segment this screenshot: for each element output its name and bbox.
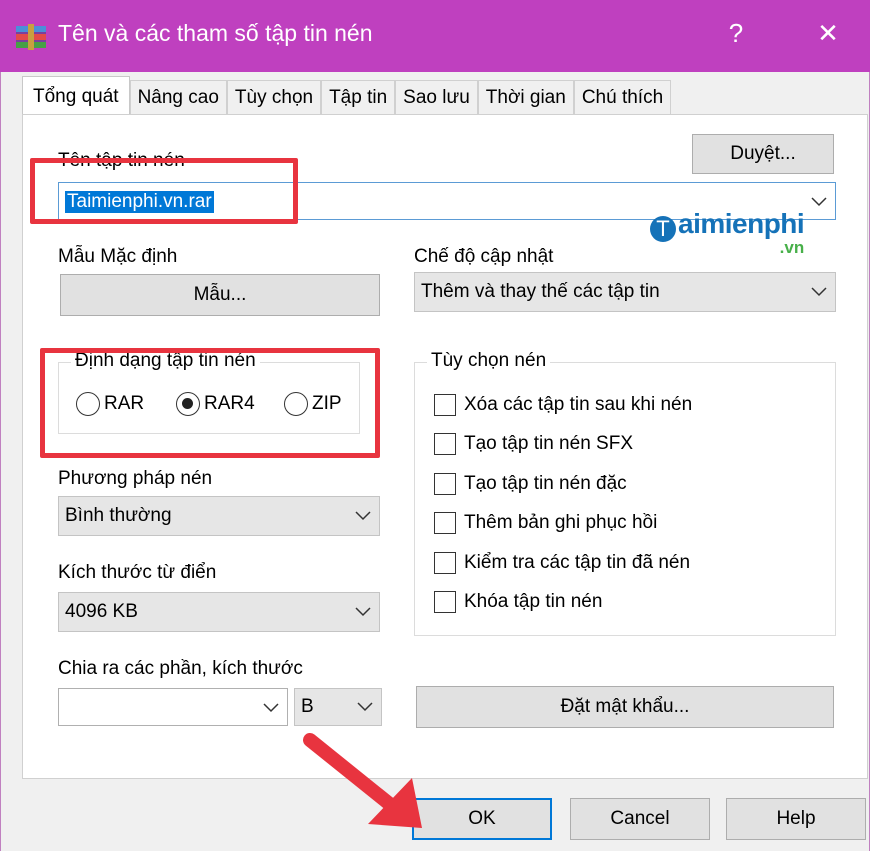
watermark-logo: Taimienphi .vn [650,208,805,257]
chevron-down-icon[interactable] [811,197,827,207]
set-password-button[interactable]: Đặt mật khẩu... [416,686,834,728]
checkbox-box [434,591,456,613]
checkbox-create-sfx[interactable]: Tạo tập tin nén SFX [434,433,633,455]
logo-letter: T [650,216,676,242]
checkbox-label: Kiểm tra các tập tin đã nén [464,552,691,573]
tab-backup[interactable]: Sao lưu [395,80,478,116]
chevron-down-icon [811,287,827,297]
checkbox-box [434,512,456,534]
checkbox-recovery-record[interactable]: Thêm bản ghi phục hồi [434,512,657,534]
window-title: Tên và các tham số tập tin nén [58,20,373,46]
help-button[interactable]: Help [726,798,866,840]
update-mode-value: Thêm và thay thế các tập tin [421,281,660,302]
title-bar: Tên và các tham số tập tin nén ? ✕ [0,0,870,72]
update-mode-select[interactable]: Thêm và thay thế các tập tin [414,272,836,312]
split-unit-value: B [301,696,314,717]
checkbox-box [434,473,456,495]
split-label: Chia ra các phần, kích thước [58,658,303,679]
logo-text: aimienphi [678,208,805,239]
chevron-down-icon [357,702,373,712]
tab-advanced[interactable]: Nâng cao [129,80,227,116]
split-size-input[interactable] [58,688,288,726]
chevron-down-icon [355,607,371,617]
tab-files[interactable]: Tập tin [321,80,396,116]
checkbox-box [434,433,456,455]
dictionary-label: Kích thước từ điển [58,562,217,583]
checkbox-label: Thêm bản ghi phục hồi [464,512,658,533]
logo-suffix: .vn [779,238,805,257]
checkbox-lock-archive[interactable]: Khóa tập tin nén [434,591,602,613]
checkbox-test-files[interactable]: Kiểm tra các tập tin đã nén [434,552,690,574]
checkbox-solid-archive[interactable]: Tạo tập tin nén đặc [434,473,627,495]
checkbox-box [434,394,456,416]
browse-button[interactable]: Duyệt... [692,134,834,174]
highlight-box-format [40,348,380,458]
tab-time[interactable]: Thời gian [477,80,574,116]
arrow-annotation-icon [303,733,422,828]
checkbox-delete-files[interactable]: Xóa các tập tin sau khi nén [434,394,692,416]
method-label: Phương pháp nén [58,468,213,489]
dictionary-select[interactable]: 4096 KB [58,592,380,632]
checkbox-box [434,552,456,574]
update-mode-label: Chế độ cập nhật [414,246,554,267]
help-icon[interactable]: ? [716,18,756,49]
chevron-down-icon[interactable] [263,703,279,713]
checkbox-label: Khóa tập tin nén [464,591,603,612]
archiving-options-title: Tùy chọn nén [427,350,551,372]
method-value: Bình thường [65,505,172,526]
profile-label: Mẫu Mặc định [58,246,178,267]
checkbox-label: Tạo tập tin nén SFX [464,433,633,454]
tab-bar: Tổng quát Nâng cao Tùy chọn Tập tin Sao … [22,76,672,116]
winrar-icon [16,24,46,50]
tab-comment[interactable]: Chú thích [573,80,672,116]
tab-general[interactable]: Tổng quát [22,76,130,116]
cancel-button[interactable]: Cancel [570,798,710,840]
tab-options[interactable]: Tùy chọn [226,80,322,116]
checkbox-label: Xóa các tập tin sau khi nén [464,394,693,415]
dictionary-value: 4096 KB [65,601,138,622]
highlight-box-filename [30,158,298,224]
method-select[interactable]: Bình thường [58,496,380,536]
profile-button[interactable]: Mẫu... [60,274,380,316]
close-icon[interactable]: ✕ [808,18,848,49]
chevron-down-icon [355,511,371,521]
checkbox-label: Tạo tập tin nén đặc [464,473,627,494]
